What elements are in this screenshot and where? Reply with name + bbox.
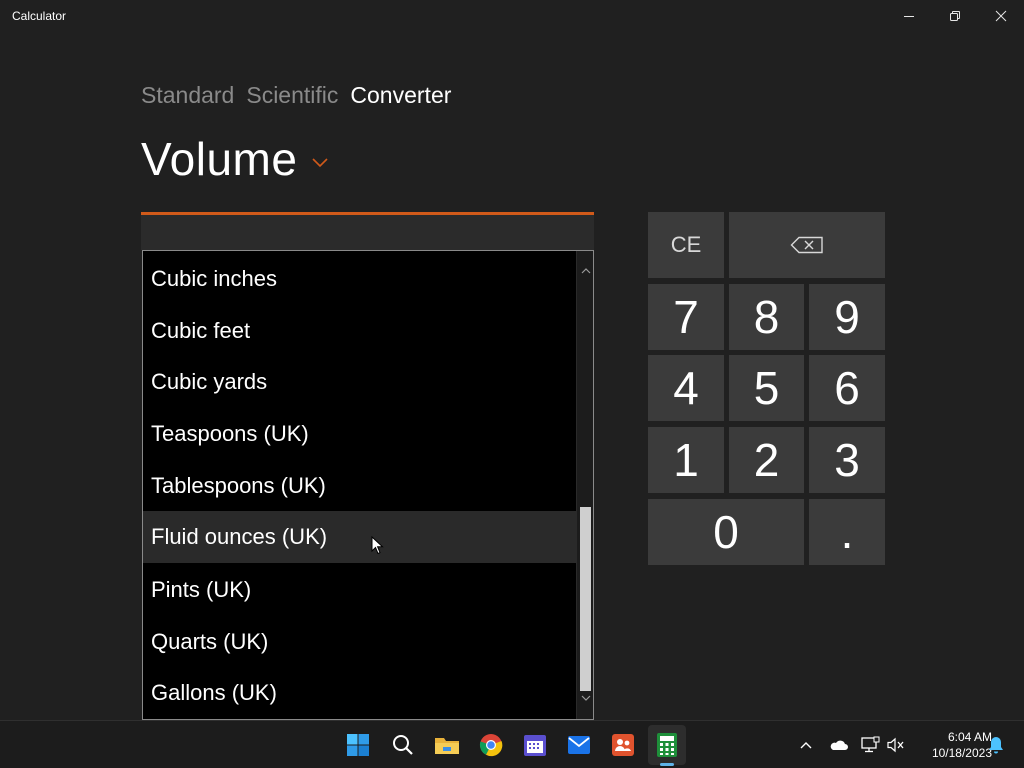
title-bar: Calculator bbox=[0, 0, 1024, 32]
start-icon[interactable] bbox=[344, 731, 372, 759]
digit-1-button[interactable]: 1 bbox=[648, 427, 724, 493]
list-item[interactable]: Cubic yards bbox=[143, 356, 576, 408]
list-item[interactable]: Quarts (UK) bbox=[143, 616, 576, 668]
list-item[interactable]: Gallons (UK) bbox=[143, 667, 576, 719]
chevron-down-icon bbox=[312, 158, 329, 168]
close-button[interactable] bbox=[978, 0, 1024, 32]
scroll-thumb[interactable] bbox=[580, 507, 591, 691]
list-item[interactable]: Tablespoons (UK) bbox=[143, 460, 576, 512]
search-icon[interactable] bbox=[389, 731, 417, 759]
mail-icon[interactable] bbox=[565, 731, 593, 759]
digit-7-button[interactable]: 7 bbox=[648, 284, 724, 350]
list-item-selected[interactable]: Fluid ounces (UK) bbox=[143, 511, 576, 563]
restore-icon bbox=[950, 11, 960, 21]
mode-tabs: Standard Scientific Converter bbox=[141, 82, 451, 109]
minimize-icon bbox=[904, 16, 914, 17]
category-selector[interactable]: Volume bbox=[141, 132, 329, 186]
backspace-button[interactable] bbox=[729, 212, 885, 278]
list-item[interactable]: Teaspoons (UK) bbox=[143, 408, 576, 460]
calendar-icon[interactable] bbox=[521, 731, 549, 759]
mouse-cursor-icon bbox=[371, 536, 384, 555]
digit-5-button[interactable]: 5 bbox=[729, 355, 804, 421]
digit-3-button[interactable]: 3 bbox=[809, 427, 885, 493]
digit-6-button[interactable]: 6 bbox=[809, 355, 885, 421]
volume-muted-icon[interactable] bbox=[886, 735, 906, 755]
notification-bell-icon[interactable] bbox=[986, 735, 1006, 755]
active-app-indicator bbox=[660, 763, 674, 766]
app-title: Calculator bbox=[12, 9, 67, 23]
list-item[interactable]: Pints (UK) bbox=[143, 564, 576, 616]
taskbar: 6:04 AM 10/18/2023 bbox=[0, 720, 1024, 768]
close-icon bbox=[995, 10, 1007, 22]
file-explorer-icon[interactable] bbox=[433, 731, 461, 759]
calculator-icon[interactable] bbox=[653, 731, 681, 759]
teams-icon[interactable] bbox=[609, 731, 637, 759]
onedrive-icon[interactable] bbox=[828, 735, 848, 755]
chrome-icon[interactable] bbox=[477, 731, 505, 759]
digit-4-button[interactable]: 4 bbox=[648, 355, 724, 421]
ce-button[interactable]: CE bbox=[648, 212, 724, 278]
digit-9-button[interactable]: 9 bbox=[809, 284, 885, 350]
tab-converter[interactable]: Converter bbox=[350, 82, 451, 109]
clock-date: 10/18/2023 bbox=[931, 746, 992, 760]
digit-8-button[interactable]: 8 bbox=[729, 284, 804, 350]
digit-2-button[interactable]: 2 bbox=[729, 427, 804, 493]
tab-scientific[interactable]: Scientific bbox=[246, 82, 338, 109]
scroll-up-icon[interactable] bbox=[580, 265, 591, 276]
minimize-button[interactable] bbox=[886, 0, 932, 32]
decimal-button[interactable]: . bbox=[809, 499, 885, 565]
clock-time: 6:04 AM bbox=[947, 730, 992, 744]
tab-standard[interactable]: Standard bbox=[141, 82, 234, 109]
digit-0-button[interactable]: 0 bbox=[648, 499, 804, 565]
list-item[interactable]: Cubic inches bbox=[143, 253, 576, 305]
scroll-down-icon[interactable] bbox=[580, 693, 591, 704]
restore-button[interactable] bbox=[932, 0, 978, 32]
unit-dropdown-list: Cubic inches Cubic feet Cubic yards Teas… bbox=[142, 250, 594, 720]
unit-dropdown-field[interactable] bbox=[141, 212, 594, 250]
list-item[interactable]: Cubic feet bbox=[143, 305, 576, 357]
chevron-up-icon[interactable] bbox=[796, 735, 816, 755]
list-scrollbar[interactable] bbox=[576, 251, 593, 719]
network-icon[interactable] bbox=[860, 735, 880, 755]
category-label: Volume bbox=[141, 133, 298, 185]
backspace-icon bbox=[790, 236, 823, 254]
taskbar-clock[interactable]: 6:04 AM 10/18/2023 bbox=[912, 729, 992, 761]
